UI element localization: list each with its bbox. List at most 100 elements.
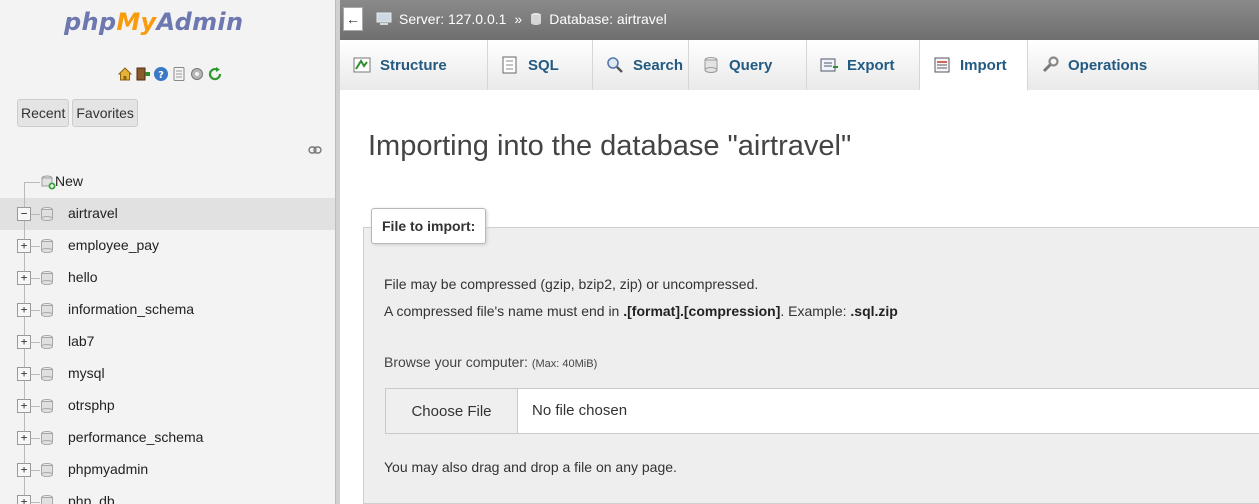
hint-format: .[format].[compression] [623, 303, 781, 319]
recent-button[interactable]: Recent [17, 99, 70, 127]
tree-item-label[interactable]: phpmyadmin [68, 461, 148, 477]
tree-item-label[interactable]: employee_pay [68, 237, 159, 253]
favorites-button[interactable]: Favorites [72, 99, 138, 127]
tab-label: Import [960, 56, 1007, 74]
tab-label: Query [729, 56, 773, 74]
expand-icon[interactable]: + [17, 271, 31, 285]
tree-item-label[interactable]: performance_schema [68, 429, 203, 445]
tab-export[interactable]: Export [807, 40, 920, 90]
database-icon [40, 334, 54, 350]
database-icon [40, 302, 54, 318]
search-icon [605, 55, 625, 75]
collapse-icon[interactable]: − [17, 207, 31, 221]
expand-icon[interactable]: + [17, 495, 31, 504]
export-icon [819, 55, 839, 75]
tree-guide-line [24, 182, 25, 198]
database-icon [40, 238, 54, 254]
tree-connector [31, 342, 40, 343]
hint-text: A compressed file's name must end in [384, 303, 624, 319]
settings-icon[interactable] [189, 66, 205, 82]
tree-connector [31, 278, 40, 279]
tree-item-database[interactable]: + information_schema [0, 294, 335, 326]
tab-label: Operations [1068, 56, 1148, 74]
quick-icons: ? [117, 66, 223, 82]
tree-item-label[interactable]: airtravel [68, 205, 118, 221]
file-input[interactable]: Choose File No file chosen [385, 388, 1259, 434]
docs-icon[interactable] [171, 66, 187, 82]
tree-connector [31, 246, 40, 247]
tree-item-database[interactable]: + lab7 [0, 326, 335, 358]
tree-connector [31, 374, 40, 375]
tab-label: Search [633, 56, 684, 74]
database-icon [40, 398, 54, 414]
tab-operations[interactable]: Operations [1028, 40, 1259, 90]
breadcrumb-server[interactable]: Server: 127.0.0.1 [399, 11, 506, 27]
breadcrumb: ← Server: 127.0.0.1 » Database: airtrave… [340, 0, 1259, 40]
phpmyadmin-logo[interactable]: phpMyAdmin [64, 8, 243, 36]
tree-item-label[interactable]: php_db [68, 493, 115, 504]
tree-item-label[interactable]: mysql [68, 365, 105, 381]
compressed-name-hint: A compressed file's name must end in .[f… [384, 303, 898, 319]
server-icon [376, 12, 392, 26]
tree-item-database[interactable]: − airtravel [0, 198, 335, 230]
tab-structure[interactable]: Structure [340, 40, 488, 90]
reload-icon[interactable] [207, 66, 223, 82]
collapse-nav-button[interactable]: ← [343, 7, 363, 31]
database-icon [40, 494, 54, 504]
tree-item-database[interactable]: + mysql [0, 358, 335, 390]
tab-label: SQL [528, 56, 559, 74]
tree-item-database[interactable]: + otrsphp [0, 390, 335, 422]
tree-item-label[interactable]: information_schema [68, 301, 194, 317]
tree-item-database[interactable]: + phpmyadmin [0, 454, 335, 486]
recent-favorites-tabs: Recent Favorites [17, 99, 138, 127]
breadcrumb-database[interactable]: Database: airtravel [549, 11, 667, 27]
expand-icon[interactable]: + [17, 463, 31, 477]
hint-example: .sql.zip [850, 303, 898, 319]
expand-icon[interactable]: + [17, 399, 31, 413]
tree-item-label[interactable]: hello [68, 269, 98, 285]
tree-item-new[interactable]: New [0, 166, 335, 198]
help-icon[interactable]: ? [153, 66, 169, 82]
tab-sql[interactable]: SQL [488, 40, 593, 90]
logo-text-my: My [116, 8, 157, 36]
main-tabs: Structure SQL Search Query Export Import Opera… [340, 40, 1259, 91]
database-icon [40, 462, 54, 478]
database-icon [40, 270, 54, 286]
tree-item-label[interactable]: New [55, 173, 83, 189]
tree-item-database[interactable]: + performance_schema [0, 422, 335, 454]
new-database-icon [40, 174, 56, 190]
page-title: Importing into the database "airtravel" [368, 130, 852, 162]
tree-connector [31, 470, 40, 471]
expand-icon[interactable]: + [17, 303, 31, 317]
expand-icon[interactable]: + [17, 239, 31, 253]
exit-icon[interactable] [135, 66, 151, 82]
home-icon[interactable] [117, 66, 133, 82]
expand-icon[interactable]: + [17, 431, 31, 445]
drag-drop-note: You may also drag and drop a file on any… [384, 459, 677, 475]
tab-search[interactable]: Search [593, 40, 689, 90]
tree-item-database[interactable]: + employee_pay [0, 230, 335, 262]
database-icon [40, 366, 54, 382]
svg-text:?: ? [158, 70, 164, 81]
tree-connector [31, 406, 40, 407]
tree-item-database[interactable]: + php_db [0, 486, 335, 504]
logo-text-php: php [64, 8, 117, 36]
expand-icon[interactable]: + [17, 335, 31, 349]
sql-icon [500, 55, 520, 75]
link-with-main-panel-icon[interactable] [308, 142, 322, 154]
tree-connector [31, 214, 40, 215]
expand-icon[interactable]: + [17, 367, 31, 381]
browse-label: Browse your computer: (Max: 40MiB) [384, 354, 597, 370]
tree-item-label[interactable]: otrsphp [68, 397, 115, 413]
no-file-chosen-text: No file chosen [532, 402, 628, 419]
hint-example-label: . Example: [780, 303, 851, 319]
tab-query[interactable]: Query [689, 40, 807, 90]
database-icon [530, 12, 542, 26]
tab-import[interactable]: Import [920, 40, 1028, 91]
tree-item-label[interactable]: lab7 [68, 333, 94, 349]
tree-connector [31, 438, 40, 439]
tree-item-database[interactable]: + hello [0, 262, 335, 294]
choose-file-button[interactable]: Choose File [386, 389, 518, 433]
breadcrumb-separator: » [514, 11, 523, 27]
structure-icon [352, 55, 372, 75]
